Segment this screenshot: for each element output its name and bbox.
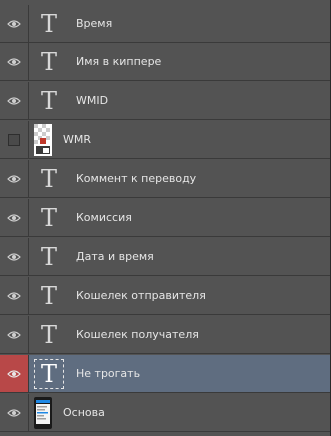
visibility-toggle[interactable] [0,5,29,42]
image-layer-thumbnail [34,124,52,156]
text-layer-icon: T [34,359,64,389]
layer-row[interactable]: T Кошелек отправителя [0,277,330,315]
eye-icon[interactable] [7,330,21,340]
layer-row[interactable]: Основа [0,394,330,432]
visibility-toggle[interactable] [0,316,29,353]
layer-row[interactable]: T Кошелек получателя [0,316,330,354]
layer-row[interactable]: T WMID [0,82,330,120]
layer-name[interactable]: Кошелек получателя [76,316,199,353]
visibility-toggle[interactable] [0,394,29,431]
eye-icon[interactable] [7,96,21,106]
layers-panel: T Время T Имя в киппере T WMID WMR T Ком… [0,0,331,436]
text-layer-icon: T [40,243,57,271]
visibility-toggle[interactable] [0,43,29,80]
layer-name[interactable]: WMID [76,82,108,119]
text-layer-icon: T [40,10,57,38]
visibility-toggle[interactable] [0,160,29,197]
layer-name[interactable]: Время [76,5,112,42]
text-layer-icon: T [40,48,57,76]
eye-icon[interactable] [7,57,21,67]
layer-name[interactable]: Дата и время [76,238,154,275]
layer-name[interactable]: Не трогать [76,355,140,392]
visibility-toggle[interactable] [0,121,29,158]
layer-row[interactable]: WMR [0,121,330,159]
layer-row[interactable]: T Коммент к переводу [0,160,330,198]
layer-row-selected[interactable]: T Не трогать [0,355,330,393]
layer-row[interactable]: T Дата и время [0,238,330,276]
text-layer-icon: T [40,321,57,349]
visibility-toggle[interactable] [0,277,29,314]
visibility-toggle[interactable] [0,199,29,236]
eye-icon[interactable] [7,213,21,223]
layer-name[interactable]: Комиссия [76,199,132,236]
eye-icon[interactable] [7,291,21,301]
visibility-toggle[interactable] [0,238,29,275]
eye-icon[interactable] [7,408,21,418]
layer-name[interactable]: Основа [63,394,105,431]
text-layer-icon: T [40,87,57,115]
visibility-toggle[interactable] [0,355,29,392]
eye-icon[interactable] [7,369,21,379]
layer-name[interactable]: Имя в киппере [76,43,161,80]
eye-icon[interactable] [7,174,21,184]
layer-name[interactable]: Кошелек отправителя [76,277,206,314]
text-layer-icon: T [40,282,57,310]
layer-row[interactable]: T Имя в киппере [0,43,330,81]
layer-name[interactable]: WMR [63,121,91,158]
image-layer-thumbnail [34,397,52,429]
layer-name[interactable]: Коммент к переводу [76,160,196,197]
layer-row[interactable]: T Комиссия [0,199,330,237]
visibility-toggle[interactable] [0,82,29,119]
visibility-off-box[interactable] [8,133,20,146]
eye-icon[interactable] [7,252,21,262]
text-layer-icon: T [40,165,57,193]
layer-row[interactable]: T Время [0,5,330,43]
eye-icon[interactable] [7,19,21,29]
text-layer-icon: T [40,204,57,232]
